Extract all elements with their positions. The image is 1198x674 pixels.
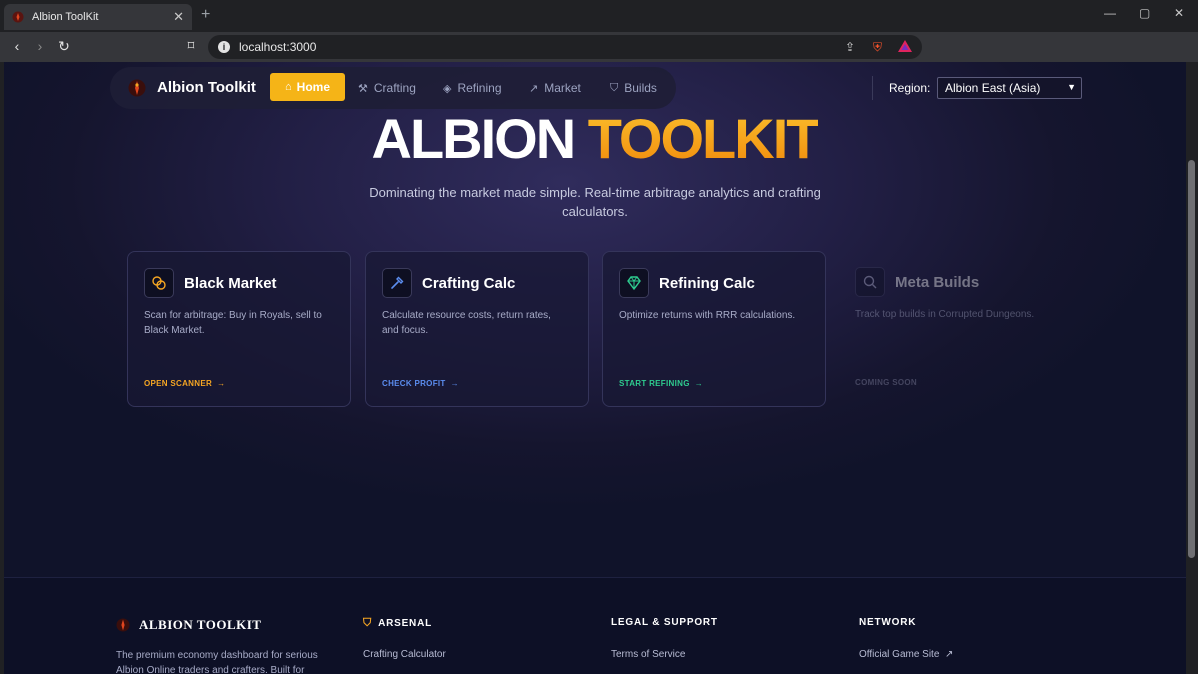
tab-title: Albion ToolKit bbox=[32, 11, 99, 23]
cta-label: CHECK PROFIT bbox=[382, 379, 446, 388]
nav-market[interactable]: ↗ Market bbox=[529, 81, 581, 95]
new-tab-button[interactable]: + bbox=[201, 6, 210, 24]
card-icon-box bbox=[619, 268, 649, 298]
albion-logo-icon bbox=[116, 618, 130, 632]
address-bar[interactable]: i localhost:3000 ⇪ ⛨ bbox=[208, 35, 922, 59]
browser-tab[interactable]: Albion ToolKit ✕ bbox=[4, 4, 192, 30]
card-title: Black Market bbox=[184, 275, 277, 292]
nav-divider bbox=[872, 76, 873, 100]
nav-builds-label: Builds bbox=[624, 81, 657, 95]
check-profit-link[interactable]: CHECK PROFIT → bbox=[382, 379, 459, 388]
nav-home-label: Home bbox=[296, 80, 330, 94]
footer-brand: ALBION TOOLKIT bbox=[139, 617, 262, 632]
footer-heading-label: ARSENAL bbox=[378, 618, 432, 629]
trend-icon: ↗ bbox=[529, 82, 539, 95]
maximize-button[interactable]: ▢ bbox=[1139, 6, 1150, 20]
footer-heading-label: LEGAL & SUPPORT bbox=[611, 617, 718, 628]
coins-icon bbox=[152, 276, 166, 290]
card-desc: Track top builds in Corrupted Dungeons. bbox=[855, 309, 1035, 320]
shield-icon: ⛉ bbox=[363, 617, 373, 629]
region-label: Region: bbox=[889, 81, 931, 95]
hammer-icon bbox=[391, 276, 404, 289]
rewards-triangle-icon bbox=[898, 40, 912, 52]
nav-crafting[interactable]: ⚒ Crafting bbox=[358, 81, 416, 95]
footer-link-terms[interactable]: Terms of Service bbox=[611, 649, 685, 660]
card-title: Refining Calc bbox=[659, 275, 755, 292]
nav-brand[interactable]: Albion Toolkit bbox=[157, 79, 256, 96]
card-icon-box bbox=[382, 268, 412, 298]
card-meta-builds: Meta Builds Track top builds in Corrupte… bbox=[839, 251, 1063, 407]
region-select[interactable]: Albion East (Asia) ▼ bbox=[937, 77, 1082, 99]
gem-icon: ◈ bbox=[443, 82, 452, 95]
main-nav: Albion Toolkit ⌂ Home ⚒ Crafting ◈ Refin… bbox=[110, 67, 676, 109]
home-icon: ⌂ bbox=[285, 81, 292, 93]
arrow-right-icon: → bbox=[448, 379, 459, 388]
favicon-icon bbox=[12, 11, 24, 23]
chevron-down-icon: ▼ bbox=[1067, 82, 1076, 92]
card-black-market[interactable]: Black Market Scan for arbitrage: Buy in … bbox=[127, 251, 351, 407]
hammer-icon: ⚒ bbox=[358, 82, 368, 95]
gem-icon bbox=[627, 276, 641, 291]
card-icon-box bbox=[855, 267, 885, 297]
footer: ALBION TOOLKIT The premium economy dashb… bbox=[4, 577, 1186, 674]
hero-subtitle: Dominating the market made simple. Real-… bbox=[369, 185, 821, 219]
cta-label: OPEN SCANNER bbox=[144, 379, 213, 388]
hero-title-part1: ALBION bbox=[371, 107, 577, 170]
nav-market-label: Market bbox=[544, 81, 581, 95]
footer-description: The premium economy dashboard for seriou… bbox=[116, 650, 318, 674]
region-value: Albion East (Asia) bbox=[945, 81, 1041, 95]
external-link-icon: ↗ bbox=[942, 649, 954, 660]
brave-rewards-icon[interactable] bbox=[898, 40, 912, 55]
footer-heading-label: NETWORK bbox=[859, 617, 917, 628]
window-close-button[interactable]: ✕ bbox=[1174, 6, 1184, 20]
brave-shields-icon[interactable]: ⛨ bbox=[873, 40, 882, 55]
url-text[interactable]: localhost:3000 bbox=[239, 40, 316, 54]
reload-icon[interactable]: ↻ bbox=[55, 38, 73, 55]
card-refining-calc[interactable]: Refining Calc Optimize returns with RRR … bbox=[602, 251, 826, 407]
minimize-button[interactable]: — bbox=[1104, 6, 1116, 20]
card-desc: Scan for arbitrage: Buy in Royals, sell … bbox=[144, 310, 322, 336]
hero-title: ALBION TOOLKIT bbox=[4, 106, 1186, 171]
footer-link-crafting-calculator[interactable]: Crafting Calculator bbox=[363, 649, 446, 660]
card-crafting-calc[interactable]: Crafting Calc Calculate resource costs, … bbox=[365, 251, 589, 407]
arrow-right-icon: → bbox=[692, 379, 704, 388]
card-icon-box bbox=[144, 268, 174, 298]
share-icon[interactable]: ⇪ bbox=[845, 40, 855, 54]
search-icon bbox=[863, 275, 877, 289]
card-desc: Optimize returns with RRR calculations. bbox=[619, 310, 796, 321]
footer-heading-network: NETWORK bbox=[859, 617, 916, 628]
nav-refining[interactable]: ◈ Refining bbox=[443, 81, 502, 95]
start-refining-link[interactable]: START REFINING → bbox=[619, 379, 703, 388]
hero-title-part2: TOOLKIT bbox=[587, 107, 821, 170]
scrollbar-thumb[interactable] bbox=[1188, 160, 1195, 558]
page-viewport: Albion Toolkit ⌂ Home ⚒ Crafting ◈ Refin… bbox=[4, 62, 1186, 674]
tab-close-icon[interactable]: ✕ bbox=[173, 9, 184, 25]
nav-builds[interactable]: ⛉ Builds bbox=[610, 81, 657, 95]
albion-logo-icon bbox=[128, 79, 146, 97]
cta-label: START REFINING bbox=[619, 379, 690, 388]
site-info-icon[interactable]: i bbox=[218, 41, 230, 53]
footer-heading-arsenal: ⛉ ARSENAL bbox=[363, 617, 432, 630]
card-title: Meta Builds bbox=[895, 274, 980, 291]
card-title: Crafting Calc bbox=[422, 275, 516, 292]
arrow-right-icon: → bbox=[214, 379, 226, 388]
footer-link-official-site[interactable]: Official Game Site ↗ bbox=[859, 649, 953, 660]
back-icon[interactable]: ‹ bbox=[8, 38, 26, 54]
open-scanner-link[interactable]: OPEN SCANNER → bbox=[144, 379, 225, 388]
footer-link-label: Official Game Site bbox=[859, 649, 940, 660]
footer-heading-legal: LEGAL & SUPPORT bbox=[611, 617, 718, 628]
nav-home-button[interactable]: ⌂ Home bbox=[270, 73, 345, 101]
nav-crafting-label: Crafting bbox=[373, 81, 416, 95]
card-desc: Calculate resource costs, return rates, … bbox=[382, 310, 551, 336]
coming-soon-label: COMING SOON bbox=[855, 378, 917, 387]
shield-icon: ⛉ bbox=[610, 81, 619, 94]
tab-strip: Albion ToolKit ✕ + — ▢ ✕ bbox=[0, 0, 1198, 32]
nav-refining-label: Refining bbox=[457, 81, 502, 95]
forward-icon[interactable]: › bbox=[31, 38, 49, 54]
bookmark-icon[interactable]: ⌑ bbox=[182, 38, 200, 54]
browser-window: Albion ToolKit ✕ + — ▢ ✕ ‹ › ↻ ⌑ ⧉ ▣ ⤓ ▥… bbox=[0, 0, 1198, 674]
